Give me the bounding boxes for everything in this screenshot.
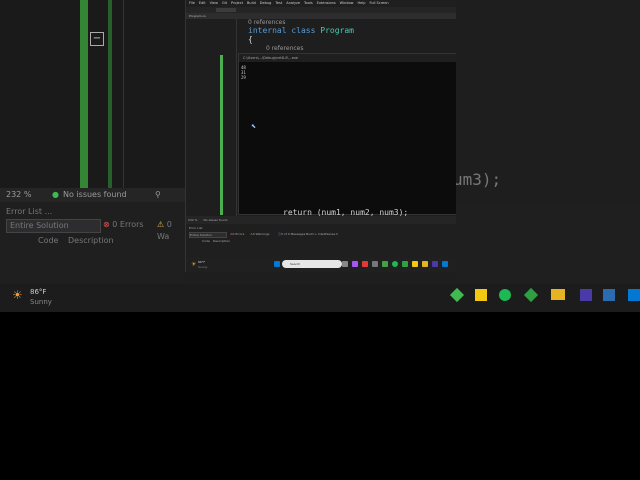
errors-filter[interactable]: ⊗0 Errors xyxy=(230,232,244,237)
app-icon-3 xyxy=(580,289,592,301)
open-brace: { xyxy=(248,35,253,44)
menu-item-help[interactable]: Help xyxy=(357,0,365,7)
menu-item-view[interactable]: View xyxy=(210,0,218,7)
zoom-level[interactable]: 232 % xyxy=(188,216,198,224)
background-error-list: Error List ... Entire Solution ⊗ 0 Error… xyxy=(0,203,185,288)
menu-item-edit[interactable]: Edit xyxy=(199,0,206,7)
browser-icon[interactable] xyxy=(362,261,368,267)
menu-item-build[interactable]: Build xyxy=(247,0,256,7)
references-lens[interactable]: 0 references xyxy=(248,19,286,26)
background-right-panel xyxy=(455,203,640,284)
menu-item-full-screen[interactable]: Full Screen xyxy=(369,0,388,7)
app-icon-3[interactable] xyxy=(402,261,408,267)
issues-label[interactable]: No issues found xyxy=(204,216,228,224)
app-icon-2[interactable] xyxy=(382,261,388,267)
vscode-icon xyxy=(628,289,640,301)
spotify-icon xyxy=(499,289,511,301)
visual-studio-window: File Edit View Git Project Build Debug Test Anal… xyxy=(185,0,456,272)
app-icon-2 xyxy=(523,287,539,303)
sticky-notes-icon xyxy=(475,289,487,301)
search-box[interactable]: Search xyxy=(282,260,342,268)
menu-item-project[interactable]: Project xyxy=(231,0,243,7)
menu-item-test[interactable]: Test xyxy=(275,0,282,7)
error-list-panel: Error List Entire Solution ⊗0 Errors ⚠0 … xyxy=(186,224,456,258)
menu-item-git[interactable]: Git xyxy=(222,0,227,7)
references-lens-2[interactable]: 0 references xyxy=(266,45,304,52)
menu-item-tools[interactable]: Tools xyxy=(304,0,313,7)
issues-label: No issues found xyxy=(63,190,127,199)
weather-icon[interactable]: ☀ xyxy=(191,261,196,268)
console-window[interactable]: C:\Users\...\Debug\net8.0\...exe 48 31 29 xyxy=(238,53,456,215)
weather-icon: ☀ xyxy=(12,288,23,302)
warnings-filter: ⚠ 0 Wa xyxy=(157,220,172,241)
col-description[interactable]: Description xyxy=(213,239,230,243)
menu-item-analyze[interactable]: Analyze xyxy=(286,0,300,7)
background-taskbar: ☀ 86°F Sunny xyxy=(0,284,640,312)
class-declaration: internal class Program xyxy=(248,26,354,35)
vscode-icon[interactable] xyxy=(442,261,448,267)
scope-dropdown: Entire Solution xyxy=(6,219,101,233)
gutter-divider xyxy=(236,19,237,216)
zoom-level: 232 % xyxy=(6,190,32,199)
weather-temp: 86°F xyxy=(30,288,47,296)
taskbar: ☀ 86°F Sunny Search xyxy=(186,258,456,272)
app-icon xyxy=(449,287,465,303)
warnings-filter[interactable]: ⚠0 Warnings xyxy=(250,232,269,237)
file-explorer-icon[interactable] xyxy=(422,261,428,267)
config-dropdown[interactable] xyxy=(216,8,236,12)
background-divider xyxy=(123,0,124,190)
app-icon-4[interactable] xyxy=(432,261,438,267)
background-gutter xyxy=(0,0,185,190)
git-icon: ⚲ xyxy=(155,190,161,199)
error-list-title: Error List xyxy=(189,226,203,230)
background-code-fragment: um3); xyxy=(453,170,502,189)
task-view-icon[interactable] xyxy=(342,261,348,267)
menu-item-window[interactable]: Window xyxy=(340,0,354,7)
collapse-icon: − xyxy=(90,32,104,46)
file-explorer-icon xyxy=(551,289,565,300)
settings-icon[interactable] xyxy=(372,261,378,267)
console-line: 29 xyxy=(241,75,246,80)
menu-bar: File Edit View Git Project Build Debug Test Anal… xyxy=(186,0,456,7)
app-icon[interactable] xyxy=(352,261,358,267)
error-list-title: Error List ... xyxy=(6,207,53,216)
background-statusbar: 232 % ● No issues found ⚲ xyxy=(0,188,185,202)
col-code[interactable]: Code xyxy=(202,239,210,243)
build-filter[interactable]: Build + IntelliSense ▾ xyxy=(306,232,338,237)
spotify-icon[interactable] xyxy=(392,261,398,267)
messages-filter[interactable]: ⓘ0 of 0 Messages xyxy=(278,232,305,237)
weather-temp: 86°F xyxy=(198,260,206,264)
background-change-indicator-2 xyxy=(108,0,112,190)
menu-item-debug[interactable]: Debug xyxy=(260,0,272,7)
background-change-indicator xyxy=(80,0,88,190)
scope-dropdown[interactable]: Entire Solution xyxy=(189,232,227,238)
weather-desc: Sunny xyxy=(30,298,52,306)
console-title: C:\Users\...\Debug\net8.0\...exe xyxy=(239,54,456,62)
col-description: Description xyxy=(68,236,114,245)
windows-start-icon[interactable] xyxy=(274,261,280,267)
change-indicator xyxy=(220,55,223,215)
menu-item-extensions[interactable]: Extensions xyxy=(317,0,336,7)
mouse-cursor: ⬉ xyxy=(251,123,257,130)
app-icon-4 xyxy=(603,289,615,301)
col-code: Code xyxy=(38,236,59,245)
sticky-notes-icon[interactable] xyxy=(412,261,418,267)
menu-item-file[interactable]: File xyxy=(189,0,195,7)
console-output: 48 31 29 xyxy=(241,65,246,80)
status-bar: 232 % No issues found xyxy=(186,216,456,224)
errors-filter: ⊗ 0 Errors xyxy=(103,220,144,229)
check-icon: ● xyxy=(52,190,59,199)
weather-desc: Sunny xyxy=(198,265,208,269)
